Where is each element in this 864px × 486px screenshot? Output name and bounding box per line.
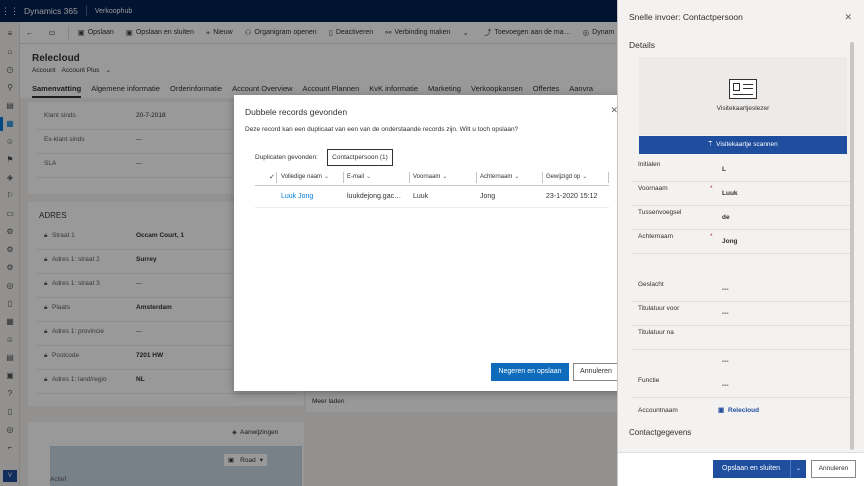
field-gender[interactable]: Geslacht --- — [632, 278, 852, 302]
chevron-down-icon: ⌄ — [514, 174, 520, 180]
card-photo-shape — [733, 83, 740, 91]
column-header-firstname[interactable]: Voornaam ⌄ — [413, 173, 447, 180]
field-firstname[interactable]: Voornaam * Luuk — [632, 182, 852, 206]
column-label: E-mail — [347, 174, 365, 180]
contact-section-title: Contactgegevens — [629, 428, 692, 437]
dialog-title: Dubbele records gevonden — [245, 107, 348, 117]
column-header-fullname[interactable]: Volledige naam ⌄ — [281, 173, 329, 180]
close-icon[interactable]: ✕ — [844, 12, 852, 23]
field-label: Accountnaam — [638, 407, 678, 414]
duplicate-grid-header: ✓ Volledige naam ⌄ E-mail ⌄ Voornaam ⌄ Acht… — [255, 169, 609, 186]
field-value[interactable]: L — [722, 166, 726, 173]
quick-create-title: Snelle invoer: Contactpersoon — [629, 12, 743, 22]
save-and-close-button[interactable]: Opslaan en sluiten ⌄ — [713, 460, 806, 478]
field-label: Geslacht — [638, 281, 664, 288]
field-title-after[interactable]: Titulatuur na --- — [632, 326, 852, 365]
panel-scrollbar[interactable] — [850, 42, 854, 450]
scan-label: Visitekaartje scannen — [716, 141, 778, 148]
field-value[interactable]: Jong — [722, 238, 738, 245]
column-header-email[interactable]: E-mail ⌄ — [347, 173, 371, 180]
column-divider — [409, 172, 410, 183]
chevron-down-icon[interactable]: ⌄ — [790, 460, 806, 478]
column-label: Volledige naam — [281, 174, 323, 180]
column-label: Gewijzigd op — [546, 174, 581, 180]
quick-create-footer: Opslaan en sluiten ⌄ Annuleren — [618, 452, 864, 486]
chevron-down-icon: ⌄ — [442, 174, 448, 180]
table-row[interactable]: Luuk Jong luukdejong.gac… Luuk Jong 23-1… — [255, 186, 609, 208]
field-title-before[interactable]: Titulatuur voor --- — [632, 302, 852, 326]
column-divider — [343, 172, 344, 183]
card-line-shape — [743, 84, 753, 85]
card-reader-label: Visitekaartjeslezer — [716, 105, 770, 112]
field-initials[interactable]: Initialen L — [632, 158, 852, 182]
column-label: Achternaam — [480, 174, 513, 180]
column-label: Voornaam — [413, 174, 441, 180]
business-card-reader: Visitekaartjeslezer — [639, 57, 847, 135]
chevron-down-icon: ⌄ — [582, 174, 588, 180]
field-label: Functie — [638, 377, 660, 384]
chevron-down-icon: ⌄ — [324, 174, 330, 180]
column-divider — [476, 172, 477, 183]
row-email: luukdejong.gac… — [347, 193, 402, 200]
select-all-checkmark-icon[interactable]: ✓ — [269, 173, 275, 181]
card-line-shape — [733, 94, 753, 95]
account-lookup-icon: ▣ — [718, 407, 725, 414]
account-lookup-link[interactable]: Relecloud — [728, 407, 759, 414]
duplicate-dialog: Dubbele records gevonden ✕ Deze record k… — [234, 95, 630, 391]
column-divider — [276, 172, 277, 183]
ignore-and-save-button[interactable]: Negeren en opslaan — [491, 363, 569, 381]
row-lastname: Jong — [480, 193, 496, 200]
field-label: Titulatuur na — [638, 329, 674, 336]
field-label: Voornaam — [638, 185, 668, 192]
field-value[interactable]: --- — [722, 310, 729, 317]
column-divider — [608, 172, 609, 183]
field-account-name[interactable]: Accountnaam ▣ Relecloud — [632, 400, 852, 424]
field-value[interactable]: --- — [722, 382, 729, 389]
field-middlename[interactable]: Tussenvoegsel de — [632, 206, 852, 230]
field-label: Titulatuur voor — [638, 305, 680, 312]
field-label: Tussenvoegsel — [638, 209, 682, 216]
column-divider — [542, 172, 543, 183]
row-fullname-link[interactable]: Luuk Jong — [281, 193, 313, 200]
column-header-lastname[interactable]: Achternaam ⌄ — [480, 173, 519, 180]
scan-card-button[interactable]: ⍑ Visitekaartje scannen — [639, 136, 847, 154]
field-value[interactable]: --- — [722, 286, 729, 293]
field-value[interactable]: --- — [722, 358, 729, 365]
business-card-icon — [729, 79, 757, 99]
chevron-down-icon: ⌄ — [366, 174, 372, 180]
required-indicator: * — [710, 233, 713, 240]
row-modified: 23-1-2020 15:12 — [546, 193, 598, 200]
quick-create-panel: Snelle invoer: Contactpersoon ✕ Details … — [617, 0, 864, 486]
card-line-shape — [743, 88, 753, 89]
details-section-title: Details — [629, 40, 655, 50]
dialog-description: Deze record kan een duplicaat van een va… — [245, 126, 519, 133]
cancel-button[interactable]: Annuleren — [573, 363, 619, 381]
field-lastname[interactable]: Achternaam * Jong — [632, 230, 852, 254]
field-value[interactable]: de — [722, 214, 730, 221]
field-job-title[interactable]: Functie --- — [632, 374, 852, 398]
required-indicator: * — [710, 185, 713, 192]
row-firstname: Luuk — [413, 193, 429, 200]
scan-icon: ⍑ — [708, 141, 713, 148]
field-label: Achternaam — [638, 233, 674, 240]
column-header-modified[interactable]: Gewijzigd op ⌄ — [546, 173, 587, 180]
duplicates-label: Duplicaten gevonden: — [255, 154, 318, 161]
duplicates-tab-contact[interactable]: Contactpersoon (1) — [327, 149, 393, 166]
field-value[interactable]: Luuk — [722, 190, 738, 197]
cancel-button[interactable]: Annuleren — [811, 460, 856, 478]
field-label: Initialen — [638, 161, 661, 168]
save-and-close-label: Opslaan en sluiten — [722, 465, 780, 472]
